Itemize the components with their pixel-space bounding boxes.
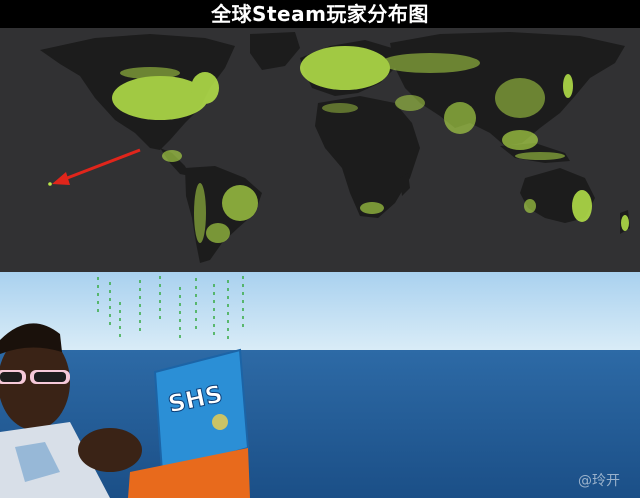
brazil-player-cluster xyxy=(222,185,258,221)
japan-player-cluster xyxy=(563,74,573,98)
south-africa-player-cluster xyxy=(360,202,384,214)
andes-player-cluster xyxy=(194,183,206,243)
argentina-player-cluster xyxy=(206,223,230,243)
australia-west-player-cluster xyxy=(524,199,536,213)
southeast-asia-player-cluster xyxy=(502,130,538,150)
australia-east-player-cluster xyxy=(572,190,592,222)
watermark: @玲开 xyxy=(578,473,620,489)
india-player-cluster xyxy=(444,102,476,134)
ocean-scene: SHS xyxy=(0,272,640,498)
europe-player-cluster xyxy=(300,46,390,90)
lone-player-dot xyxy=(48,182,52,186)
title-bar: 全球Steam玩家分布图 xyxy=(0,0,640,28)
sunglasses-icon xyxy=(0,370,70,384)
new-zealand-player-cluster xyxy=(621,215,629,231)
ocean-meme-panel: SHS @玲开 xyxy=(0,272,640,498)
map-title: 全球Steam玩家分布图 xyxy=(211,2,429,26)
indonesia-player-cluster xyxy=(515,152,565,160)
sky xyxy=(0,272,640,350)
world-map xyxy=(0,28,640,272)
russia-player-cluster xyxy=(380,53,480,73)
laptop-decoration xyxy=(212,414,228,430)
steam-player-map-panel: 全球Steam玩家分布图 xyxy=(0,0,640,272)
china-player-cluster xyxy=(495,78,545,118)
person-hand xyxy=(78,428,142,472)
canada-player-cluster xyxy=(120,67,180,79)
central-america-player-cluster xyxy=(162,150,182,162)
us-east-player-cluster xyxy=(191,72,219,104)
north-africa-player-cluster xyxy=(322,103,358,113)
middle-east-player-cluster xyxy=(395,95,425,111)
